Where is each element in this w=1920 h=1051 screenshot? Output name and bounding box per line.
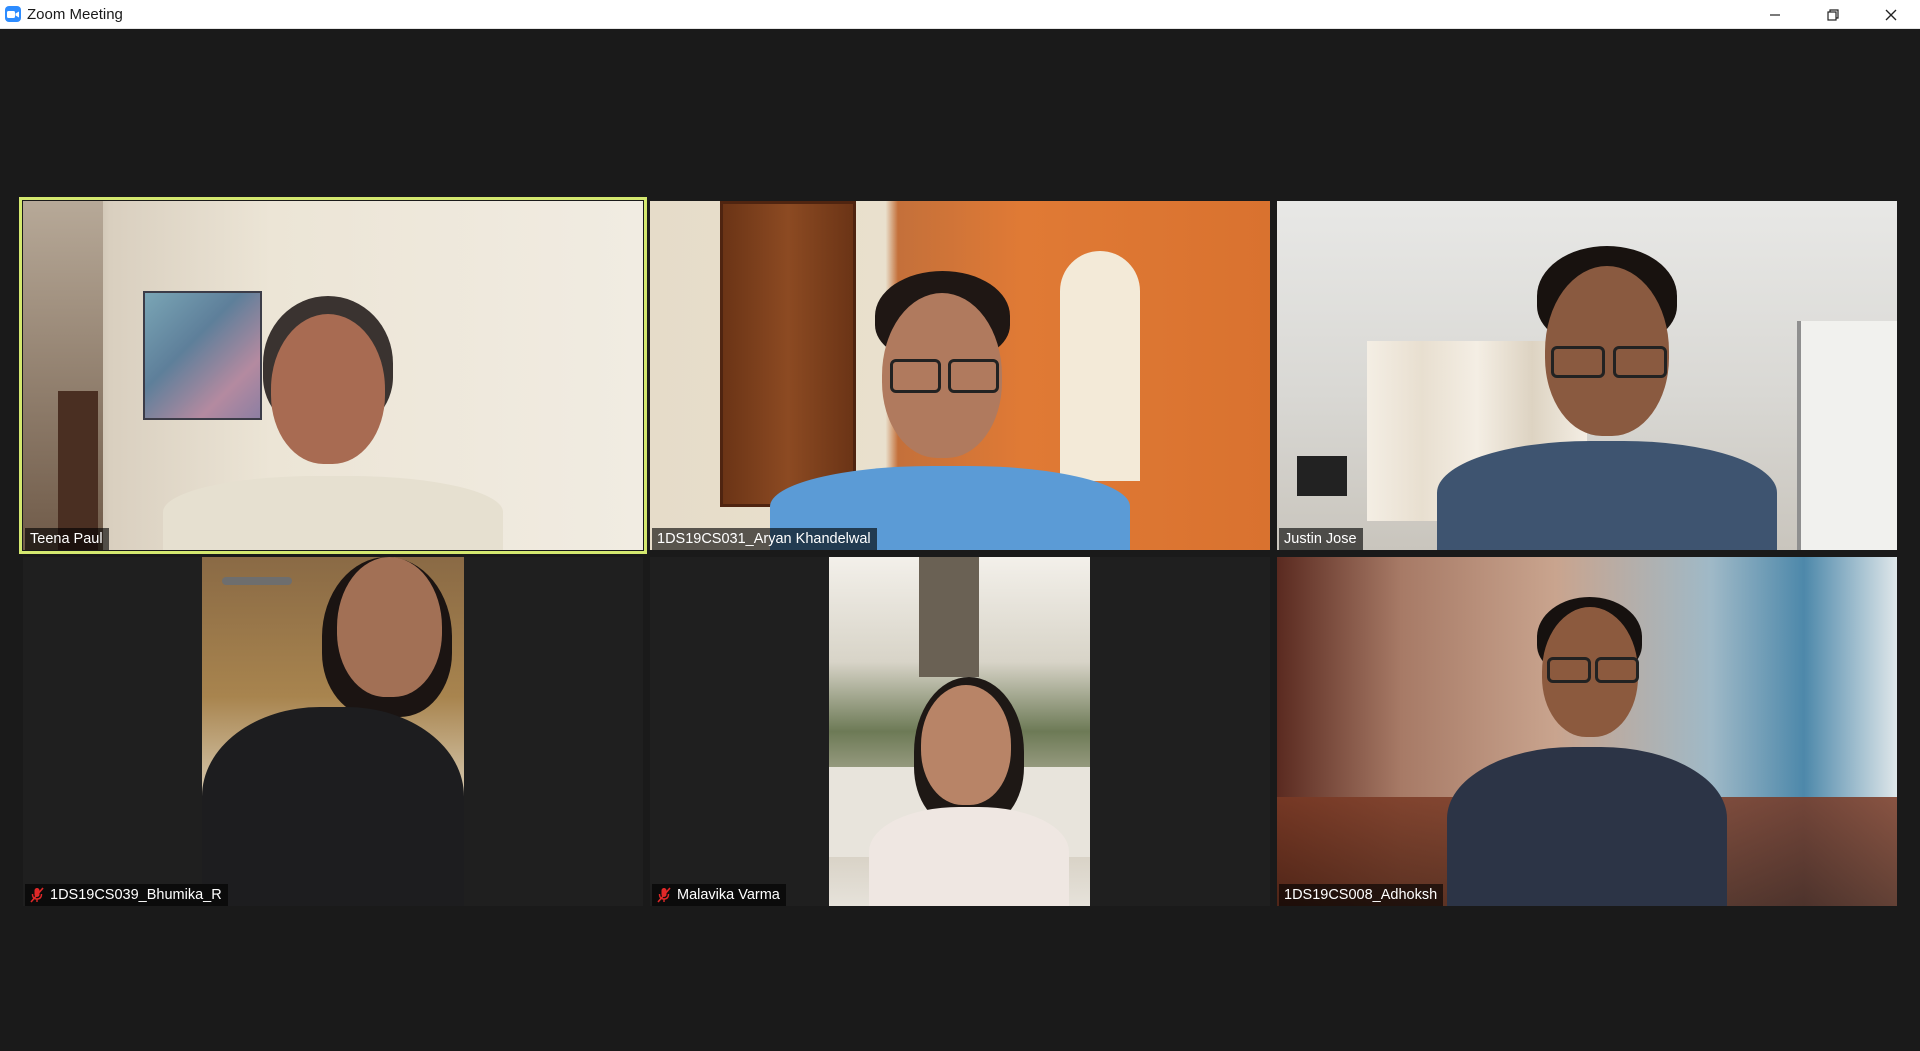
- participant-video: [23, 201, 643, 550]
- window-controls: [1746, 0, 1920, 29]
- title-bar[interactable]: Zoom Meeting: [0, 0, 1920, 29]
- window-title: Zoom Meeting: [27, 5, 123, 23]
- video-tile[interactable]: Malavika Varma: [650, 557, 1270, 906]
- video-tile[interactable]: Teena Paul: [19, 197, 647, 554]
- participant-name: Malavika Varma: [677, 887, 780, 903]
- participant-nameplate: Malavika Varma: [652, 884, 786, 906]
- close-icon: [1885, 9, 1897, 20]
- video-gallery: Teena Paul 1DS19CS031_Aryan Khandelwal J…: [0, 29, 1920, 1051]
- participant-nameplate: Teena Paul: [25, 528, 109, 550]
- video-tile[interactable]: 1DS19CS008_Adhoksh: [1277, 557, 1897, 906]
- muted-microphone-icon: [657, 887, 671, 903]
- participant-name: Justin Jose: [1284, 531, 1357, 547]
- video-tile[interactable]: Justin Jose: [1277, 201, 1897, 550]
- zoom-camera-icon: [5, 6, 21, 22]
- participant-name: 1DS19CS039_Bhumika_R: [50, 887, 222, 903]
- minimize-icon: [1770, 13, 1780, 16]
- participant-nameplate: Justin Jose: [1279, 528, 1363, 550]
- restore-button[interactable]: [1804, 0, 1862, 29]
- participant-video: [202, 557, 464, 906]
- participant-nameplate: 1DS19CS031_Aryan Khandelwal: [652, 528, 877, 550]
- video-tile[interactable]: 1DS19CS031_Aryan Khandelwal: [650, 201, 1270, 550]
- video-tile[interactable]: 1DS19CS039_Bhumika_R: [23, 557, 643, 906]
- participant-video: [1277, 557, 1897, 906]
- participant-video: [829, 557, 1090, 906]
- participant-nameplate: 1DS19CS008_Adhoksh: [1279, 884, 1444, 906]
- minimize-button[interactable]: [1746, 0, 1804, 29]
- participant-video: [650, 201, 1270, 550]
- participant-name: 1DS19CS008_Adhoksh: [1284, 887, 1438, 903]
- close-button[interactable]: [1862, 0, 1920, 29]
- restore-icon: [1827, 8, 1839, 21]
- participant-name: 1DS19CS031_Aryan Khandelwal: [657, 531, 871, 547]
- participant-nameplate: 1DS19CS039_Bhumika_R: [25, 884, 228, 906]
- participant-name: Teena Paul: [30, 531, 103, 547]
- muted-microphone-icon: [30, 887, 44, 903]
- participant-video: [1277, 201, 1897, 550]
